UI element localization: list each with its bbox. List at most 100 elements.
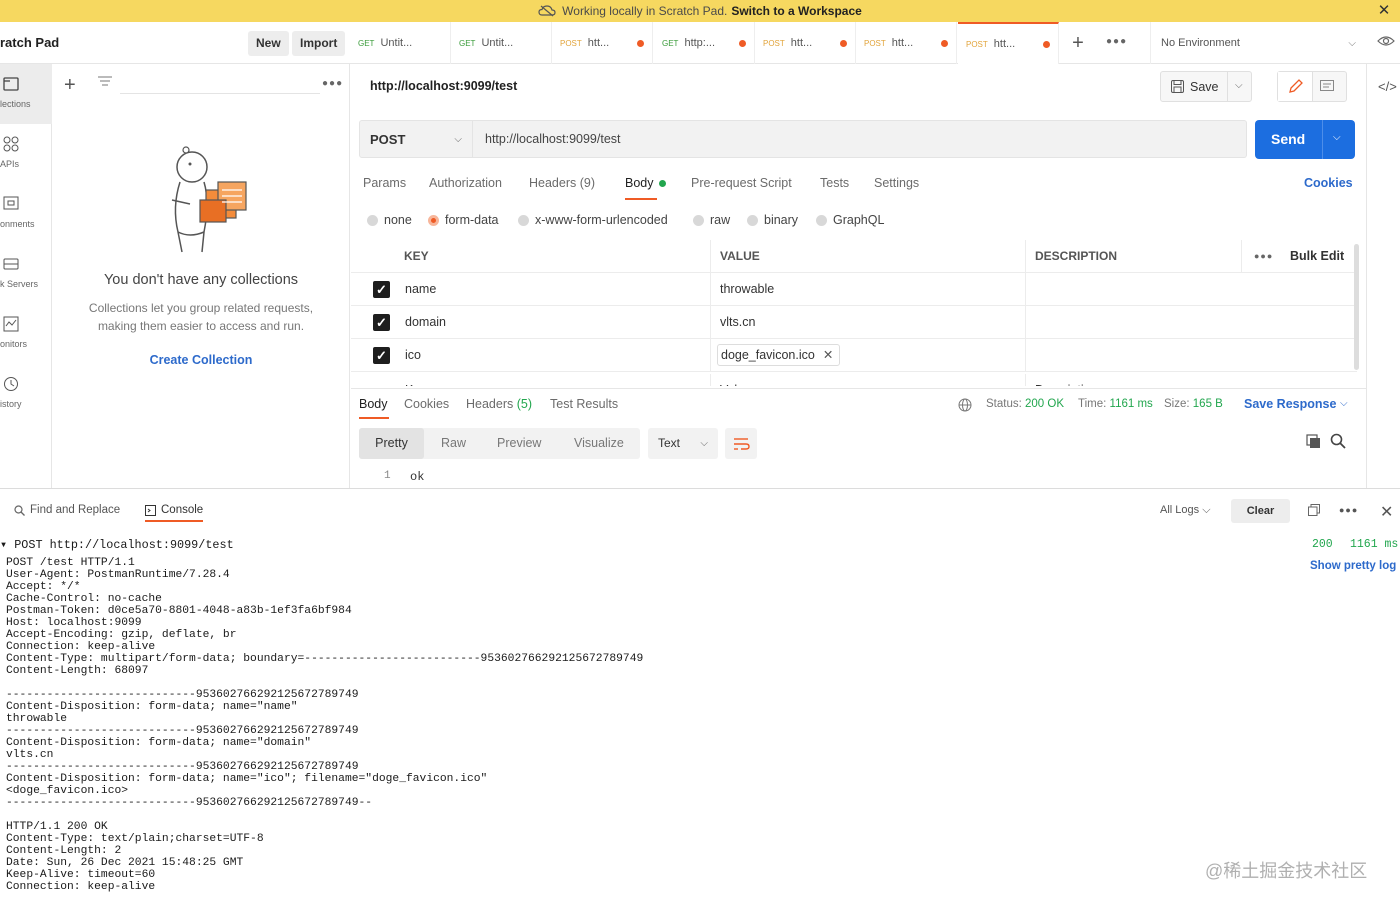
value-placeholder[interactable]: Value xyxy=(710,374,1025,386)
method-select[interactable]: POST ⌵ xyxy=(359,120,473,158)
import-button[interactable]: Import xyxy=(292,31,346,56)
row-checkbox[interactable]: ✓ xyxy=(373,347,390,364)
log-level-select[interactable]: All Logs ⌵ xyxy=(1160,504,1211,517)
response-tab-test-results[interactable]: Test Results xyxy=(550,397,618,411)
body-type-urlencoded[interactable]: x-www-form-urlencoded xyxy=(518,213,668,227)
rail-item[interactable]: onments xyxy=(0,184,52,244)
scrollbar[interactable] xyxy=(1354,244,1359,370)
format-preview[interactable]: Preview xyxy=(497,428,541,459)
comment-icon[interactable] xyxy=(1320,80,1334,93)
search-icon[interactable] xyxy=(1330,433,1346,449)
key-placeholder[interactable]: Key xyxy=(405,374,427,386)
response-type-select[interactable]: Text ⌵ xyxy=(648,428,718,459)
request-title[interactable]: http://localhost:9099/test xyxy=(370,79,517,93)
rail-item[interactable]: APIs xyxy=(0,124,52,184)
rail-item[interactable]: k Servers xyxy=(0,244,52,304)
row-checkbox[interactable]: ✓ xyxy=(373,314,390,331)
show-pretty-log-link[interactable]: Show pretty log xyxy=(1310,560,1396,572)
find-and-replace-tab[interactable]: Find and Replace xyxy=(14,504,120,516)
row-checkbox[interactable]: ✓ xyxy=(373,281,390,298)
format-raw[interactable]: Raw xyxy=(441,428,466,459)
pencil-icon[interactable] xyxy=(1278,72,1313,101)
response-tab-cookies[interactable]: Cookies xyxy=(404,397,449,411)
request-tab[interactable]: POST htt... xyxy=(552,22,653,64)
more-icon[interactable]: ●●● xyxy=(1339,505,1358,515)
body-type-graphql[interactable]: GraphQL xyxy=(816,213,884,227)
tab-authorization[interactable]: Authorization xyxy=(429,176,502,190)
remove-file-icon[interactable]: ✕ xyxy=(823,348,833,362)
save-button[interactable]: Save ⌵ xyxy=(1160,71,1252,102)
copy-icon[interactable] xyxy=(1306,434,1321,449)
body-type-raw[interactable]: raw xyxy=(693,213,730,227)
param-value[interactable]: throwable xyxy=(710,273,1025,306)
request-tab[interactable]: POST htt... xyxy=(856,22,957,64)
format-visualize[interactable]: Visualize xyxy=(574,428,624,459)
plus-icon[interactable]: + xyxy=(64,74,76,97)
send-button[interactable]: Send ⌵ xyxy=(1255,120,1355,159)
param-key[interactable]: ico xyxy=(405,339,421,372)
log-entry-request[interactable]: ▾ POST http://localhost:9099/test xyxy=(0,537,234,552)
tab-body[interactable]: Body xyxy=(625,176,654,190)
format-pretty[interactable]: Pretty xyxy=(359,428,424,459)
filter-icon[interactable] xyxy=(98,76,112,88)
create-collection-link[interactable]: Create Collection xyxy=(52,353,350,367)
rail-item[interactable]: istory xyxy=(0,364,52,424)
search-input[interactable] xyxy=(120,78,320,94)
save-label: Save xyxy=(1190,79,1219,94)
chevron-down-icon[interactable]: ⌵ xyxy=(1340,398,1348,409)
console-tab[interactable]: Console xyxy=(145,504,203,516)
scratch-pad-banner: Working locally in Scratch Pad. Switch t… xyxy=(0,0,1400,22)
rail-item-label: onitors xyxy=(0,339,28,349)
param-key[interactable]: domain xyxy=(405,306,446,339)
chevron-down-icon[interactable]: ⌵ xyxy=(1333,132,1341,143)
tab-headers[interactable]: Headers (9) xyxy=(529,176,595,190)
tab-pre-request-script[interactable]: Pre-request Script xyxy=(691,176,792,190)
empty-state-title: You don't have any collections xyxy=(103,272,299,288)
param-key[interactable]: name xyxy=(405,273,436,306)
url-input[interactable]: http://localhost:9099/test xyxy=(473,120,1247,158)
param-description[interactable] xyxy=(1025,306,1357,339)
body-type-none[interactable]: none xyxy=(367,213,412,227)
pop-out-icon[interactable] xyxy=(1308,504,1320,516)
more-tabs-icon[interactable]: ●●● xyxy=(1106,36,1127,47)
eye-icon[interactable] xyxy=(1377,35,1395,47)
switch-workspace-link[interactable]: Switch to a Workspace xyxy=(731,4,861,18)
request-tab[interactable]: GET Untit... xyxy=(350,22,451,64)
environment-selector[interactable]: No Environment ⌵ xyxy=(1150,22,1364,64)
globe-icon[interactable] xyxy=(958,398,972,412)
request-tab[interactable]: GET http:... xyxy=(654,22,755,64)
close-icon[interactable]: ✕ xyxy=(1376,3,1392,19)
param-description[interactable] xyxy=(1025,273,1357,306)
wrap-lines-icon[interactable] xyxy=(725,428,757,459)
request-tab[interactable]: POST htt... xyxy=(958,22,1059,64)
rail-item[interactable]: lections xyxy=(0,64,52,124)
response-tab-body[interactable]: Body xyxy=(359,397,388,411)
tab-label: htt... xyxy=(587,37,610,49)
more-icon[interactable]: ●●● xyxy=(1241,240,1281,273)
tab-settings[interactable]: Settings xyxy=(874,176,919,190)
request-tab[interactable]: GET Untit... xyxy=(451,22,552,64)
body-type-binary[interactable]: binary xyxy=(747,213,798,227)
workspace-name[interactable]: ratch Pad xyxy=(0,35,59,50)
new-button[interactable]: New xyxy=(248,31,289,56)
description-placeholder[interactable]: Description xyxy=(1025,374,1357,386)
add-tab-icon[interactable]: + xyxy=(1068,33,1088,53)
body-type-form-data[interactable]: form-data xyxy=(428,213,499,227)
more-icon[interactable]: ●●● xyxy=(322,78,343,89)
close-icon[interactable]: ✕ xyxy=(1380,502,1393,522)
cookies-link[interactable]: Cookies xyxy=(1304,176,1353,190)
response-tab-headers[interactable]: Headers (5) xyxy=(466,397,532,411)
response-body: ok xyxy=(410,470,425,484)
tab-tests[interactable]: Tests xyxy=(820,176,849,190)
param-value[interactable]: vlts.cn xyxy=(710,306,1025,339)
param-value[interactable]: doge_favicon.ico ✕ xyxy=(710,339,1025,372)
param-description[interactable] xyxy=(1025,339,1357,372)
chevron-down-icon[interactable]: ⌵ xyxy=(1235,80,1243,91)
tab-params[interactable]: Params xyxy=(363,176,406,190)
bulk-edit-button[interactable]: Bulk Edit xyxy=(1290,240,1344,273)
clear-button[interactable]: Clear xyxy=(1231,499,1290,523)
rail-item[interactable]: onitors xyxy=(0,304,52,364)
save-response-button[interactable]: Save Response xyxy=(1244,397,1336,411)
request-tab[interactable]: POST htt... xyxy=(755,22,856,64)
code-icon[interactable]: </> xyxy=(1378,79,1397,94)
